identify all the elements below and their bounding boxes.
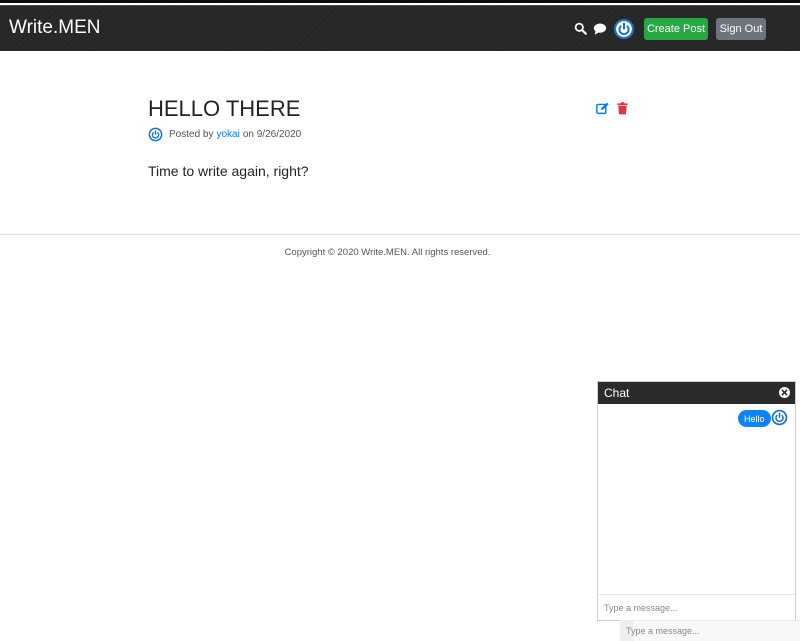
posted-by-label: Posted by [169, 128, 214, 140]
chat-message-text: Hello [744, 413, 765, 424]
chat-message-input[interactable] [602, 599, 792, 617]
date-prefix: on [242, 128, 254, 140]
post-title: HELLO THERE [148, 96, 301, 121]
chat-message-bubble: Hello [738, 410, 771, 427]
trash-icon[interactable] [617, 102, 628, 115]
create-post-button[interactable]: Create Post [644, 18, 708, 40]
chat-input-separator [598, 594, 795, 595]
brand-logo[interactable]: Write.MEN [9, 17, 100, 39]
copyright-text: Copyright © 2020 Write.MEN. All rights r… [284, 247, 491, 258]
post-date: 9/26/2020 [256, 128, 302, 140]
edit-icon[interactable] [596, 102, 609, 115]
sign-out-button[interactable]: Sign Out [716, 18, 766, 40]
chat-panel: Chat Hello [597, 381, 796, 621]
top-edge-stripe [0, 0, 800, 3]
power-avatar-icon[interactable] [613, 18, 635, 40]
secondary-chat-input[interactable] [624, 623, 798, 639]
chat-bubble-icon[interactable] [593, 22, 607, 36]
post-body: Time to write again, right? [148, 163, 309, 179]
author-avatar-icon [148, 127, 163, 141]
post-meta: Posted by yokai on 9/26/2020 [148, 126, 301, 142]
secondary-chat-input-bar [620, 620, 800, 641]
footer-divider [0, 234, 800, 235]
author-link[interactable]: yokai [216, 129, 239, 140]
chat-avatar-icon [771, 409, 788, 426]
chat-header: Chat [598, 382, 795, 404]
chat-title: Chat [604, 386, 630, 400]
close-icon[interactable] [779, 387, 790, 398]
navbar: Write.MEN Create Post Sign Out [0, 6, 800, 51]
search-icon[interactable] [574, 22, 587, 35]
